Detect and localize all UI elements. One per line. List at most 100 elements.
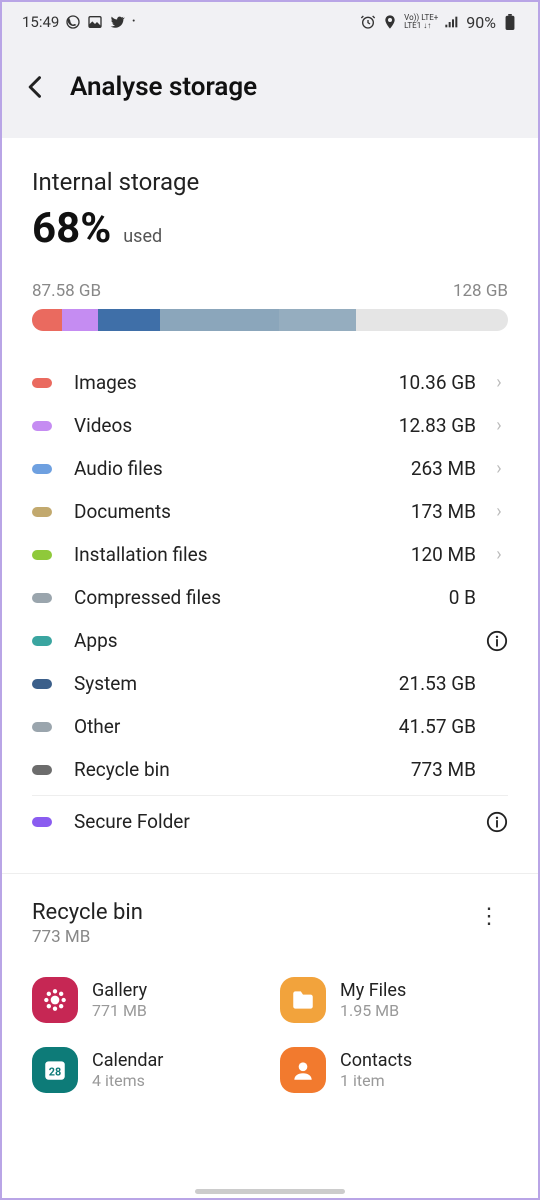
recycle-section: Recycle bin 773 MB ⋮ Gallery771 MB My Fil… xyxy=(2,874,538,1093)
signal-icon xyxy=(444,14,460,30)
category-color-pill xyxy=(32,593,52,603)
app-sub: 1.95 MB xyxy=(340,1001,406,1020)
category-label: Audio files xyxy=(74,457,411,480)
recycle-app-item[interactable]: My Files1.95 MB xyxy=(280,977,508,1023)
info-icon[interactable] xyxy=(486,811,508,833)
nav-indicator[interactable] xyxy=(2,1189,538,1194)
alarm-icon xyxy=(360,14,376,30)
app-label: Gallery xyxy=(92,980,147,1001)
category-label: System xyxy=(74,672,399,695)
storage-total-label: 128 GB xyxy=(453,281,508,301)
chevron-right-icon: › xyxy=(490,501,508,522)
recycle-app-item[interactable]: Contacts1 item xyxy=(280,1047,508,1093)
app-sub: 771 MB xyxy=(92,1001,147,1020)
category-value: 773 MB xyxy=(411,758,476,781)
storage-bar xyxy=(32,309,508,331)
battery-percent: 90% xyxy=(466,13,496,32)
network-lte-icon: Vo)) LTE+LTE1 ↓↑ xyxy=(404,14,438,30)
category-row: Recycle bin773 MB xyxy=(32,748,508,791)
category-row: Compressed files0 B xyxy=(32,576,508,619)
category-label: Documents xyxy=(74,500,411,523)
category-row[interactable]: Installation files120 MB › xyxy=(32,533,508,576)
category-value: 120 MB xyxy=(411,543,476,566)
category-value: 41.57 GB xyxy=(399,715,476,738)
category-value: 10.36 GB xyxy=(399,371,476,394)
storage-bar-segment xyxy=(62,309,99,331)
whatsapp-icon xyxy=(65,14,81,30)
category-label: Videos xyxy=(74,414,399,437)
recycle-app-item[interactable]: Gallery771 MB xyxy=(32,977,260,1023)
category-value: 263 MB xyxy=(411,457,476,480)
category-row[interactable]: Apps xyxy=(32,619,508,662)
storage-percent-row: 68% used xyxy=(32,204,508,253)
status-bar: 15:49 · Vo)) LTE+LTE1 ↓↑ 90% xyxy=(2,2,538,42)
category-color-pill xyxy=(32,507,52,517)
category-color-pill xyxy=(32,722,52,732)
calendar-app-icon: 28 xyxy=(32,1047,78,1093)
storage-used-label: 87.58 GB xyxy=(32,281,101,301)
battery-icon xyxy=(502,14,518,30)
category-row: Other41.57 GB xyxy=(32,705,508,748)
storage-bar-segment xyxy=(98,309,159,331)
location-icon xyxy=(382,14,398,30)
category-row[interactable]: Images10.36 GB › xyxy=(32,361,508,404)
folder-app-icon xyxy=(280,977,326,1023)
app-label: Contacts xyxy=(340,1050,412,1071)
storage-section: Internal storage 68% used 87.58 GB 128 G… xyxy=(2,138,538,874)
category-row[interactable]: Documents173 MB › xyxy=(32,490,508,533)
recycle-sub: 773 MB xyxy=(32,927,143,947)
storage-bar-segment xyxy=(160,309,279,331)
storage-title: Internal storage xyxy=(32,168,508,196)
more-icon[interactable]: ⋮ xyxy=(470,900,508,933)
category-value: 0 B xyxy=(449,586,476,609)
category-label: Images xyxy=(74,371,399,394)
category-row[interactable]: Videos12.83 GB› xyxy=(32,404,508,447)
app-sub: 1 item xyxy=(340,1071,412,1090)
chevron-right-icon: › xyxy=(490,544,508,565)
status-left: 15:49 · xyxy=(22,13,136,31)
page-title: Analyse storage xyxy=(70,72,257,102)
storage-percent: 68% xyxy=(32,204,111,253)
category-value: 173 MB xyxy=(411,500,476,523)
twitter-icon xyxy=(109,14,125,30)
status-right: Vo)) LTE+LTE1 ↓↑ 90% xyxy=(360,13,518,32)
svg-text:28: 28 xyxy=(49,1065,61,1078)
status-dot: · xyxy=(131,17,136,27)
recycle-app-item[interactable]: 28 Calendar4 items xyxy=(32,1047,260,1093)
app-header: Analyse storage xyxy=(2,42,538,138)
category-row: System21.53 GB xyxy=(32,662,508,705)
recycle-title: Recycle bin xyxy=(32,900,143,925)
storage-bar-segment xyxy=(279,309,356,331)
chevron-right-icon: › xyxy=(490,458,508,479)
app-label: Calendar xyxy=(92,1050,163,1071)
category-color-pill xyxy=(32,817,52,827)
category-color-pill xyxy=(32,636,52,646)
status-time: 15:49 xyxy=(22,13,59,31)
storage-bar-segment xyxy=(32,309,62,331)
chevron-right-icon: › xyxy=(490,415,508,436)
category-label: Recycle bin xyxy=(74,758,411,781)
category-label: Secure Folder xyxy=(74,810,486,833)
app-label: My Files xyxy=(340,980,406,1001)
category-row[interactable]: Audio files263 MB › xyxy=(32,447,508,490)
app-sub: 4 items xyxy=(92,1071,163,1090)
category-label: Compressed files xyxy=(74,586,449,609)
category-color-pill xyxy=(32,464,52,474)
gallery-app-icon xyxy=(32,977,78,1023)
category-color-pill xyxy=(32,421,52,431)
category-row[interactable]: Secure Folder xyxy=(32,795,508,843)
back-icon[interactable] xyxy=(22,73,50,101)
chevron-right-icon: › xyxy=(490,372,508,393)
category-color-pill xyxy=(32,550,52,560)
category-color-pill xyxy=(32,378,52,388)
category-list: Images10.36 GB›Videos12.83 GB›Audio file… xyxy=(32,361,508,843)
storage-bar-labels: 87.58 GB 128 GB xyxy=(32,281,508,301)
category-color-pill xyxy=(32,765,52,775)
category-label: Installation files xyxy=(74,543,411,566)
category-label: Apps xyxy=(74,629,486,652)
info-icon[interactable] xyxy=(486,630,508,652)
recycle-app-grid: Gallery771 MB My Files1.95 MB 28 Calendar4 … xyxy=(32,977,508,1093)
category-color-pill xyxy=(32,679,52,689)
category-label: Other xyxy=(74,715,399,738)
category-value: 21.53 GB xyxy=(399,672,476,695)
